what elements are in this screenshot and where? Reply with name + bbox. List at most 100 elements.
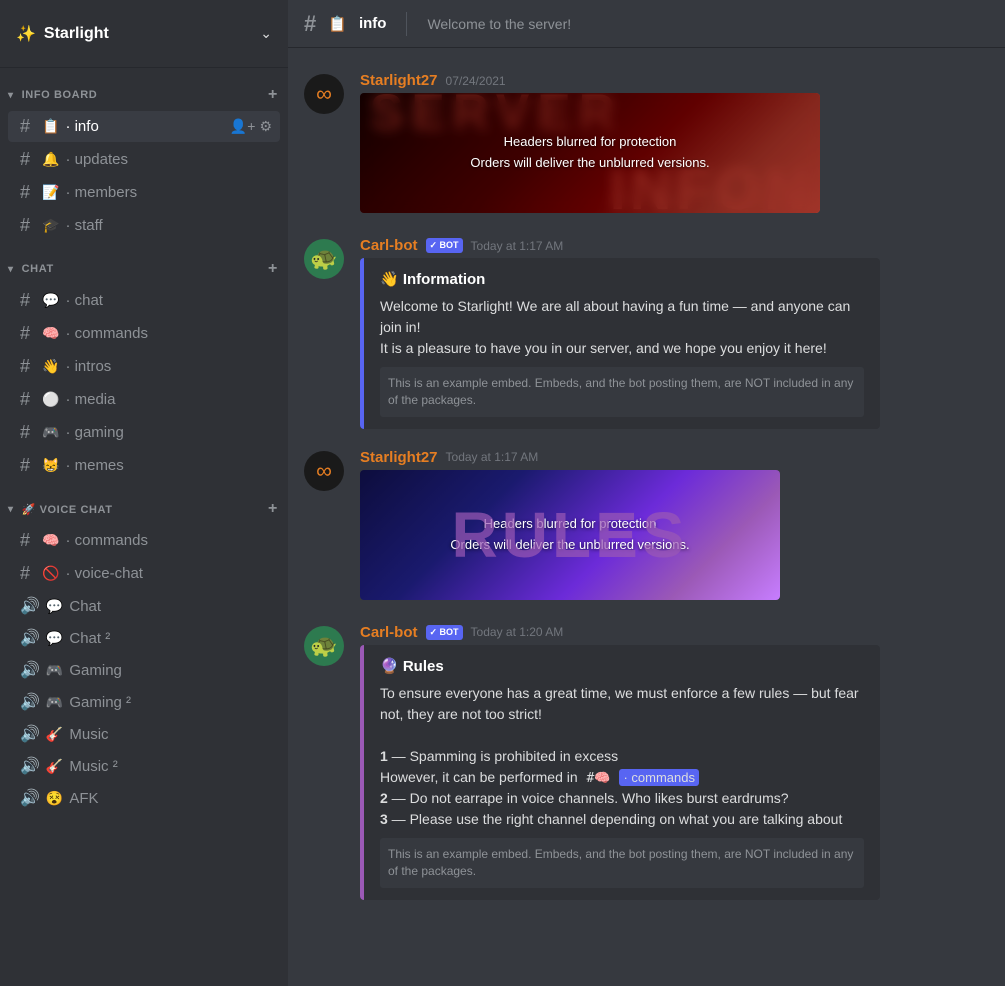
main-content: # 📋 info Welcome to the server! ∞ Starli…	[288, 0, 1005, 986]
hash-icon: #	[20, 323, 36, 344]
channel-emoji: 🔔	[42, 151, 59, 168]
hash-icon: #	[20, 215, 36, 236]
channel-emoji: 🎓	[42, 217, 59, 234]
channel-emoji: 📋	[42, 118, 59, 135]
channel-bar-title: info	[359, 15, 387, 32]
blur-overlay: Headers blurred for protection Orders wi…	[360, 93, 820, 213]
collapse-icon: ▾	[8, 90, 14, 101]
messages-area: ∞ Starlight27 07/24/2021 SERVER INFON He…	[288, 48, 1005, 986]
channel-members[interactable]: # 📝 · members	[8, 177, 280, 208]
hash-icon: #	[20, 149, 36, 170]
add-channel-button[interactable]: +	[266, 498, 280, 520]
speaker-icon: 🔊	[20, 756, 40, 776]
hash-icon: #	[20, 455, 36, 476]
hash-icon: #	[20, 530, 36, 551]
message-group: 🐢 Carl-bot ✓ BOT Today at 1:17 AM 👋 Info…	[288, 229, 1005, 437]
channel-emoji: 🎸	[46, 758, 63, 775]
channel-updates[interactable]: # 🔔 · updates	[8, 144, 280, 175]
collapse-icon: ▾	[8, 264, 14, 275]
collapse-icon: ▾	[8, 504, 14, 515]
channel-emoji: 🧠	[42, 325, 59, 342]
message-header: Starlight27 07/24/2021	[360, 72, 989, 89]
avatar: ∞	[304, 451, 344, 491]
author-name: Carl-bot	[360, 624, 418, 641]
hash-icon: #	[20, 182, 36, 203]
channel-bar-divider	[406, 12, 407, 36]
channel-intros[interactable]: # 👋 · intros	[8, 351, 280, 382]
server-chevron-icon: ⌄	[260, 25, 272, 42]
channel-emoji: ⚪	[42, 391, 59, 408]
channel-emoji: 📝	[42, 184, 59, 201]
channel-emoji: 💬	[42, 292, 59, 309]
embed-rules: 🔮 Rules To ensure everyone has a great t…	[360, 645, 880, 900]
speaker-icon: 🔊	[20, 628, 40, 648]
embed-title: 🔮 Rules	[380, 657, 864, 675]
add-member-icon[interactable]: 👤+	[230, 118, 256, 135]
channel-commands[interactable]: # 🧠 · commands	[8, 318, 280, 349]
voice-channel-afk[interactable]: 🔊 😵 AFK	[8, 783, 280, 813]
hash-icon: #	[20, 356, 36, 377]
blurred-image-2: RULES Headers blurred for protection Ord…	[360, 470, 780, 600]
channel-bar-hash: #	[304, 11, 316, 37]
channel-emoji: 🎮	[46, 662, 63, 679]
avatar: 🐢	[304, 239, 344, 279]
channel-emoji: 💬	[46, 598, 63, 615]
message-group: ∞ Starlight27 07/24/2021 SERVER INFON He…	[288, 64, 1005, 225]
channel-emoji: 😵	[46, 790, 63, 807]
channel-emoji: 🎸	[46, 726, 63, 743]
channel-media[interactable]: # ⚪ · media	[8, 384, 280, 415]
speaker-icon: 🔊	[20, 788, 40, 808]
channel-inline-code: #🧠	[582, 770, 616, 787]
highlight-commands[interactable]: · commands	[619, 769, 699, 786]
channel-actions: 👤+ ⚙	[230, 118, 272, 135]
voice-channel-commands[interactable]: # 🧠 · commands	[8, 525, 280, 556]
timestamp: Today at 1:20 AM	[471, 625, 564, 639]
channel-bar-icon: 📋	[328, 15, 347, 33]
embed-footer: This is an example embed. Embeds, and th…	[380, 367, 864, 417]
category-chat[interactable]: ▾ CHAT +	[0, 242, 288, 284]
message-content: Carl-bot ✓ BOT Today at 1:20 AM 🔮 Rules …	[360, 624, 989, 900]
message-content: Carl-bot ✓ BOT Today at 1:17 AM 👋 Inform…	[360, 237, 989, 429]
voice-channel-chat2[interactable]: 🔊 💬 Chat ²	[8, 623, 280, 653]
channel-emoji: 🧠	[42, 532, 59, 549]
speaker-icon: 🔊	[20, 692, 40, 712]
voice-channel-voice-chat[interactable]: # 🚫 · voice-chat	[8, 558, 280, 589]
author-name: Carl-bot	[360, 237, 418, 254]
server-header[interactable]: ✨ Starlight ⌄	[0, 0, 288, 68]
channel-emoji: 🚫	[42, 565, 59, 582]
channel-staff[interactable]: # 🎓 · staff	[8, 210, 280, 241]
category-info-board[interactable]: ▾ INFO BOARD +	[0, 68, 288, 110]
channel-emoji: 🎮	[42, 424, 59, 441]
channel-info[interactable]: # 📋 · info 👤+ ⚙	[8, 111, 280, 142]
settings-icon[interactable]: ⚙	[259, 118, 272, 135]
voice-channel-chat[interactable]: 🔊 💬 Chat	[8, 591, 280, 621]
voice-channel-music[interactable]: 🔊 🎸 Music	[8, 719, 280, 749]
channel-bar: # 📋 info Welcome to the server!	[288, 0, 1005, 48]
hash-icon: #	[20, 116, 36, 137]
channel-gaming[interactable]: # 🎮 · gaming	[8, 417, 280, 448]
channel-emoji: 💬	[46, 630, 63, 647]
category-voice-chat[interactable]: ▾ 🚀 VOICE CHAT +	[0, 482, 288, 524]
voice-channel-gaming2[interactable]: 🔊 🎮 Gaming ²	[8, 687, 280, 717]
embed-description: To ensure everyone has a great time, we …	[380, 683, 864, 831]
hash-icon: #	[20, 563, 36, 584]
blurred-image: SERVER INFON Headers blurred for protect…	[360, 93, 820, 213]
add-channel-button[interactable]: +	[266, 258, 280, 280]
message-header: Carl-bot ✓ BOT Today at 1:17 AM	[360, 237, 989, 254]
voice-chat-label: 🚀 VOICE CHAT	[22, 503, 113, 516]
sidebar: ✨ Starlight ⌄ ▾ INFO BOARD + # 📋 · info …	[0, 0, 288, 986]
message-content: Starlight27 07/24/2021 SERVER INFON Head…	[360, 72, 989, 217]
channel-emoji: 😸	[42, 457, 59, 474]
message-content: Starlight27 Today at 1:17 AM RULES Heade…	[360, 449, 989, 604]
channel-memes[interactable]: # 😸 · memes	[8, 450, 280, 481]
channel-emoji: 👋	[42, 358, 59, 375]
embed-title: 👋 Information	[380, 270, 864, 288]
speaker-icon: 🔊	[20, 660, 40, 680]
channel-chat[interactable]: # 💬 · chat	[8, 285, 280, 316]
voice-channel-gaming[interactable]: 🔊 🎮 Gaming	[8, 655, 280, 685]
blur-text: Headers blurred for protection Orders wi…	[470, 132, 709, 174]
voice-channel-music2[interactable]: 🔊 🎸 Music ²	[8, 751, 280, 781]
channel-bar-description: Welcome to the server!	[427, 16, 571, 32]
hash-icon: #	[20, 290, 36, 311]
add-channel-button[interactable]: +	[266, 84, 280, 106]
